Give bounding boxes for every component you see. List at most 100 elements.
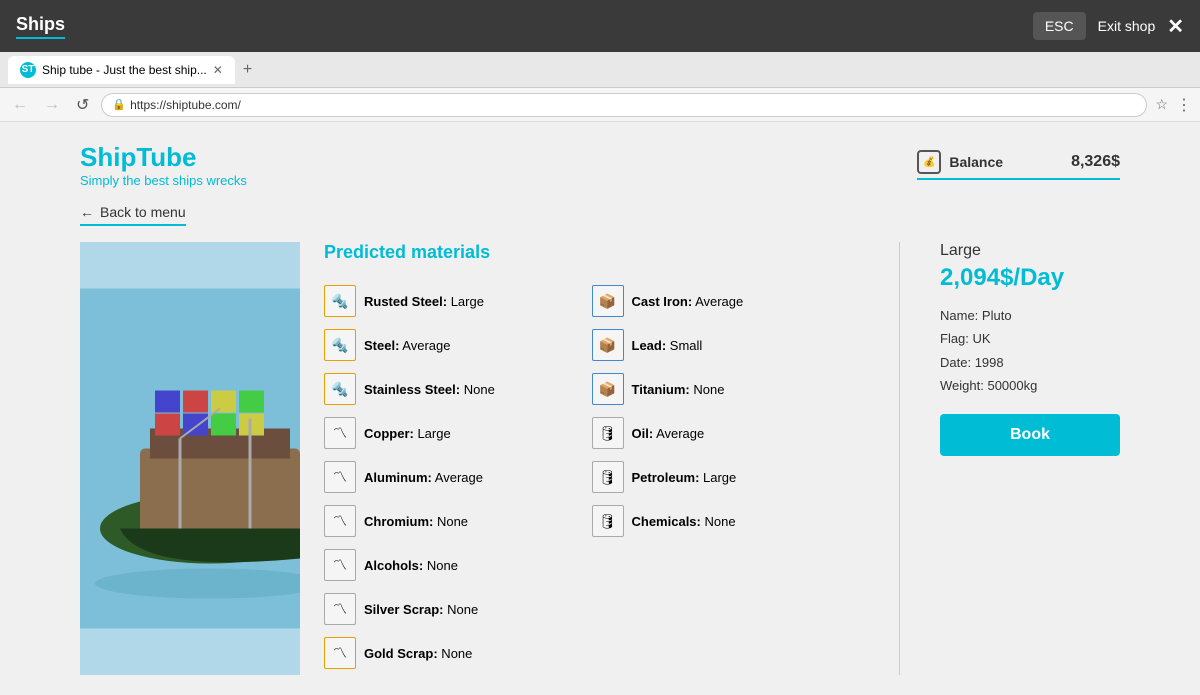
list-item: 〽 Chromium: None [324, 499, 592, 543]
balance-value: 8,326$ [1071, 153, 1120, 171]
tab-favicon: ST [20, 62, 36, 78]
weight-value: 50000kg [987, 378, 1037, 393]
flag-label: Flag: [940, 331, 969, 346]
titanium-icon: 📦 [592, 373, 624, 405]
app-title: Ships [16, 14, 65, 39]
list-item: 🛢 Oil: Average [592, 411, 860, 455]
browser-nav: ← → ↺ 🔒 https://shiptube.com/ ☆ ⋮ [0, 88, 1200, 122]
list-item: 〽 Gold Scrap: None [324, 631, 859, 675]
alcohols-label: Alcohols: None [364, 558, 458, 573]
tab-title: Ship tube - Just the best ship... [42, 63, 207, 77]
chromium-label: Chromium: None [364, 514, 468, 529]
info-panel: Large 2,094$/Day Name: Pluto Flag: UK Da… [940, 242, 1120, 675]
back-nav-button[interactable]: ← [8, 94, 32, 116]
back-arrow-icon: ← [80, 204, 94, 220]
tab-close-icon[interactable]: ✕ [213, 63, 223, 77]
site-title: ShipTube [80, 142, 247, 173]
site-subtitle: Simply the best ships wrecks [80, 173, 247, 188]
url-bar[interactable]: 🔒 https://shiptube.com/ [101, 93, 1147, 117]
list-item: 〽 Silver Scrap: None [324, 587, 859, 631]
copper-label: Copper: Large [364, 426, 451, 441]
rusted-steel-label: Rusted Steel: Large [364, 294, 484, 309]
flag-value: UK [973, 331, 991, 346]
chemicals-label: Chemicals: None [632, 514, 736, 529]
main-layout: Predicted materials 🔩 Rusted Steel: Larg… [80, 242, 1120, 675]
materials-title: Predicted materials [324, 242, 859, 263]
date-value: 1998 [975, 355, 1004, 370]
stainless-steel-icon: 🔩 [324, 373, 356, 405]
aluminum-icon: 〽 [324, 461, 356, 493]
balance-section: 💰 Balance 8,326$ [917, 150, 1120, 180]
gold-scrap-label: Gold Scrap: None [364, 646, 472, 661]
steel-icon: 🔩 [324, 329, 356, 361]
browser-chrome: ST Ship tube - Just the best ship... ✕ + [0, 52, 1200, 88]
standalone-materials: 〽 Alcohols: None 〽 Silver Scrap: None 〽 … [324, 543, 859, 675]
oil-label: Oil: Average [632, 426, 705, 441]
materials-grid: 🔩 Rusted Steel: Large 🔩 Steel: Average 🔩… [324, 279, 859, 543]
copper-icon: 〽 [324, 417, 356, 449]
petroleum-label: Petroleum: Large [632, 470, 737, 485]
list-item: 📦 Titanium: None [592, 367, 860, 411]
stainless-steel-label: Stainless Steel: None [364, 382, 495, 397]
list-item: 📦 Cast Iron: Average [592, 279, 860, 323]
petroleum-icon: 🛢 [592, 461, 624, 493]
aluminum-label: Aluminum: Average [364, 470, 483, 485]
site-header: ShipTube Simply the best ships wrecks 💰 … [80, 142, 1120, 188]
list-item: 🔩 Rusted Steel: Large [324, 279, 592, 323]
forward-nav-button[interactable]: → [40, 94, 64, 116]
lead-label: Lead: Small [632, 338, 703, 353]
list-item: 〽 Alcohols: None [324, 543, 859, 587]
list-item: 🛢 Petroleum: Large [592, 455, 860, 499]
esc-button[interactable]: ESC [1033, 12, 1086, 40]
list-item: 📦 Lead: Small [592, 323, 860, 367]
ship-size-label: Large [940, 242, 1120, 260]
materials-section: Predicted materials 🔩 Rusted Steel: Larg… [324, 242, 859, 675]
ship-details: Name: Pluto Flag: UK Date: 1998 Weight: … [940, 304, 1120, 398]
list-item: 〽 Aluminum: Average [324, 455, 592, 499]
silver-scrap-icon: 〽 [324, 593, 356, 625]
more-options-button[interactable]: ⋮ [1176, 95, 1192, 115]
add-tab-button[interactable]: + [243, 61, 252, 79]
titanium-label: Titanium: None [632, 382, 725, 397]
book-button[interactable]: Book [940, 414, 1120, 456]
date-label: Date: [940, 355, 971, 370]
steel-label: Steel: Average [364, 338, 451, 353]
browser-tab[interactable]: ST Ship tube - Just the best ship... ✕ [8, 56, 235, 84]
refresh-nav-button[interactable]: ↺ [72, 93, 93, 117]
weight-label: Weight: [940, 378, 984, 393]
site-branding: ShipTube Simply the best ships wrecks [80, 142, 247, 188]
url-text: https://shiptube.com/ [130, 98, 241, 112]
list-item: 🛢 Chemicals: None [592, 499, 860, 543]
chemicals-icon: 🛢 [592, 505, 624, 537]
section-divider [899, 242, 900, 675]
chromium-icon: 〽 [324, 505, 356, 537]
list-item: 🔩 Steel: Average [324, 323, 592, 367]
name-value: Pluto [982, 308, 1012, 323]
close-button[interactable]: ✕ [1167, 14, 1184, 39]
rusted-steel-icon: 🔩 [324, 285, 356, 317]
oil-icon: 🛢 [592, 417, 624, 449]
lock-icon: 🔒 [112, 98, 126, 111]
ship-image-area [80, 242, 300, 675]
balance-label: Balance [949, 154, 1003, 170]
list-item: 〽 Copper: Large [324, 411, 592, 455]
silver-scrap-label: Silver Scrap: None [364, 602, 478, 617]
bookmark-button[interactable]: ☆ [1155, 96, 1168, 113]
gold-scrap-icon: 〽 [324, 637, 356, 669]
materials-left-column: 🔩 Rusted Steel: Large 🔩 Steel: Average 🔩… [324, 279, 592, 543]
back-to-menu-button[interactable]: ← Back to menu [80, 204, 186, 226]
app-bar-controls: ESC Exit shop ✕ [1033, 12, 1184, 40]
lead-icon: 📦 [592, 329, 624, 361]
cast-iron-icon: 📦 [592, 285, 624, 317]
balance-icon: 💰 [917, 150, 941, 174]
list-item: 🔩 Stainless Steel: None [324, 367, 592, 411]
back-btn-label: Back to menu [100, 204, 186, 220]
exit-shop-button[interactable]: Exit shop [1098, 18, 1156, 34]
app-bar: Ships ESC Exit shop ✕ [0, 0, 1200, 52]
alcohols-icon: 〽 [324, 549, 356, 581]
materials-right-column: 📦 Cast Iron: Average 📦 Lead: Small 📦 Tit… [592, 279, 860, 543]
name-label: Name: [940, 308, 978, 323]
ship-price: 2,094$/Day [940, 264, 1120, 292]
page-content: ShipTube Simply the best ships wrecks 💰 … [0, 122, 1200, 695]
cast-iron-label: Cast Iron: Average [632, 294, 744, 309]
